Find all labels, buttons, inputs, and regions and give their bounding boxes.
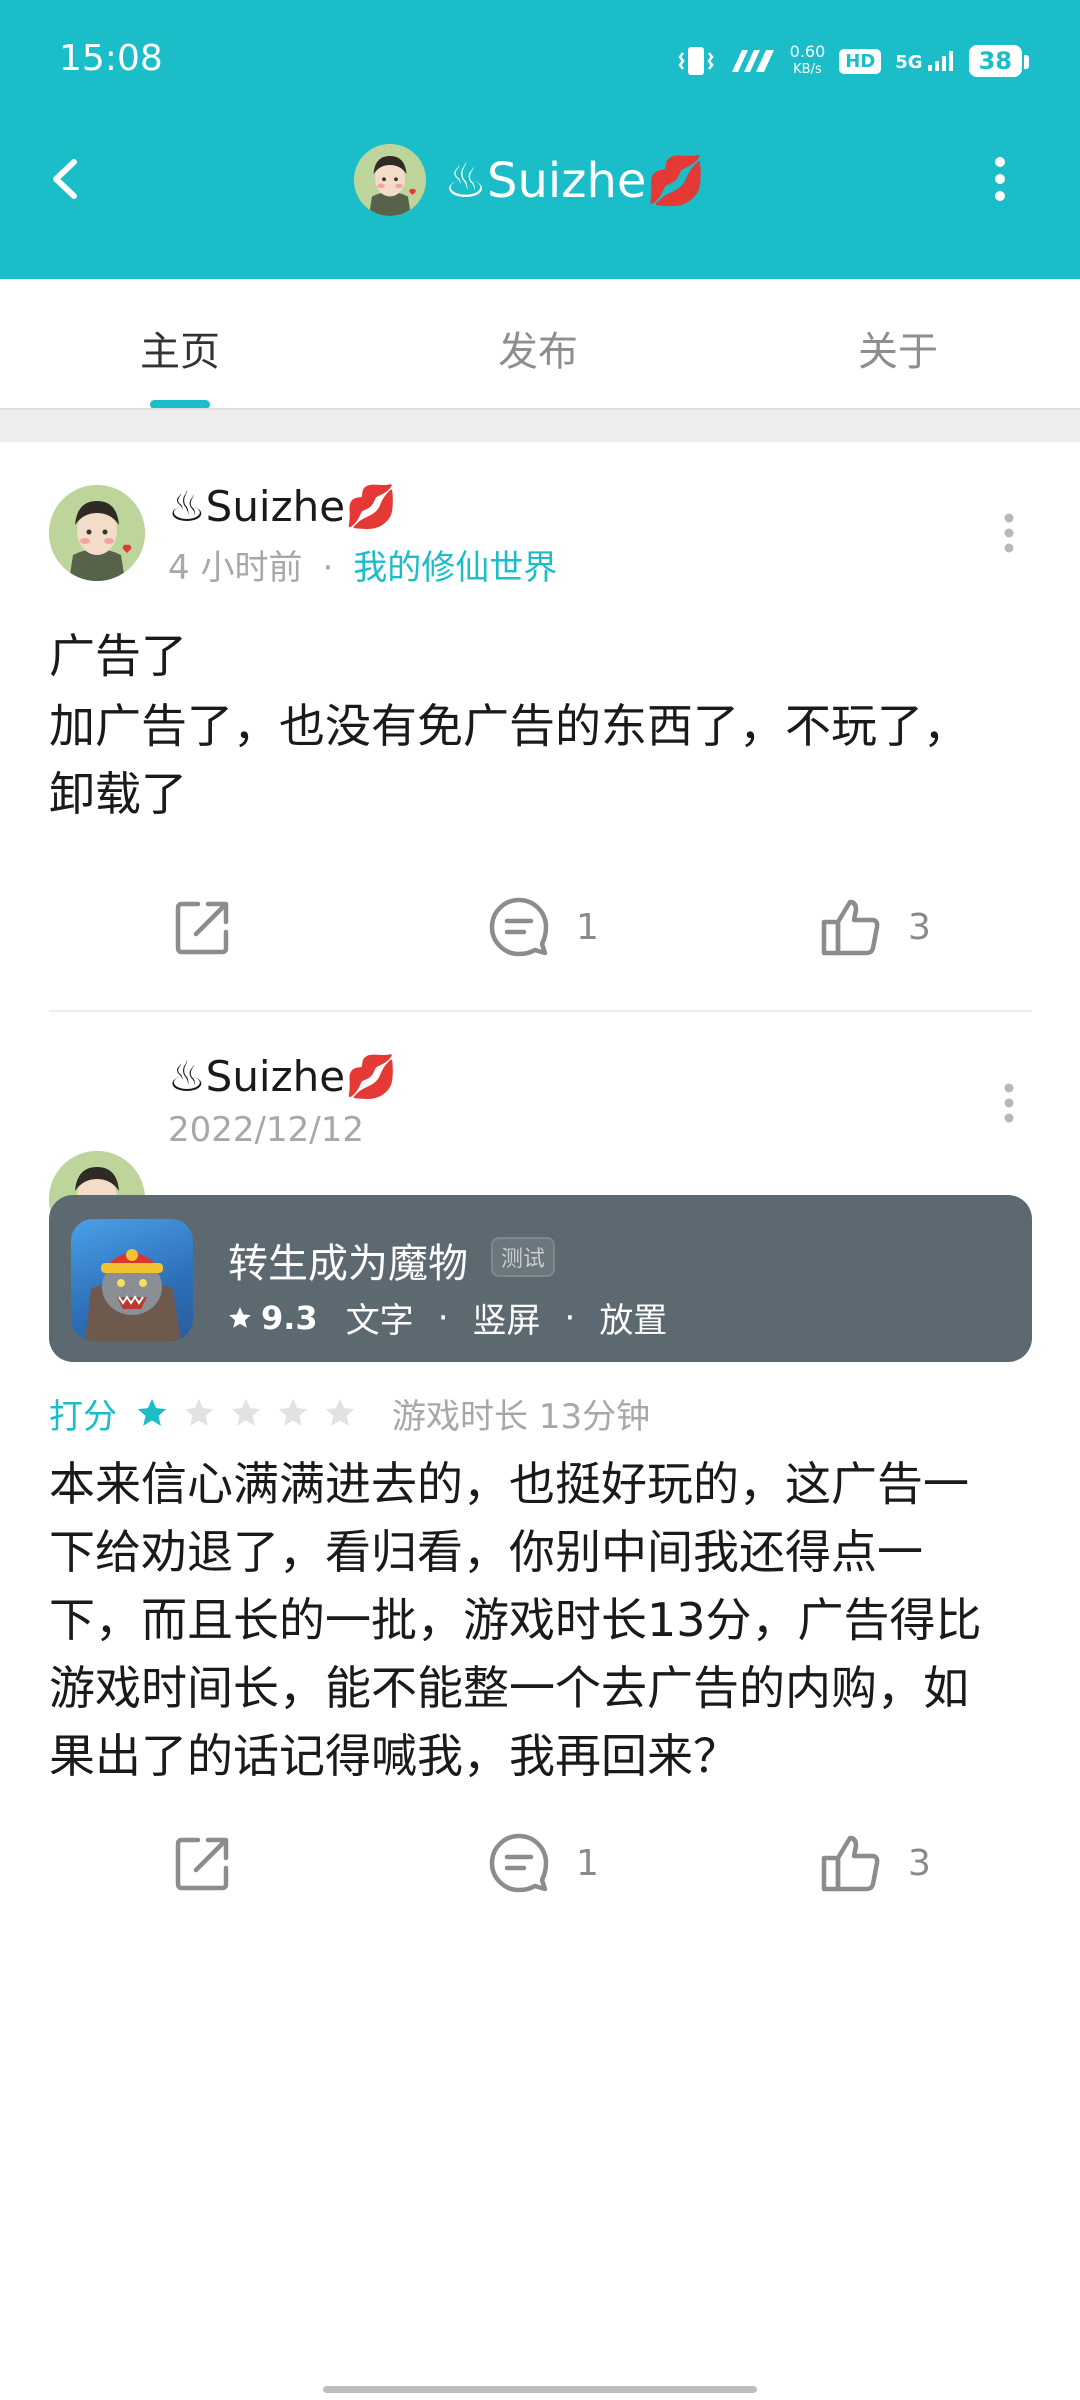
playtime: 游戏时长 13分钟 (392, 1396, 651, 1437)
vibrate-icon (678, 47, 714, 75)
post-body-line: 下给劝退了，看归看，你别中间我还得点一 (49, 1525, 923, 1579)
profile-name: ♨Suizhe💋 (444, 152, 707, 209)
rating-stars (135, 1396, 370, 1430)
cellular-bars-icon (927, 51, 953, 71)
comment-count: 1 (576, 906, 599, 948)
star-empty-icon (231, 1398, 261, 1426)
profile-header: ♨Suizhe💋 (354, 144, 706, 216)
star-empty-icon (278, 1398, 308, 1426)
avatar-image (49, 485, 145, 581)
tag-separator: · (564, 1297, 576, 1338)
share-icon (175, 901, 229, 955)
cellular-signal: 5G (895, 50, 954, 72)
post-title: 广告了 (49, 629, 187, 683)
star-empty-icon (184, 1398, 214, 1426)
back-button[interactable] (40, 144, 94, 214)
post-author-avatar[interactable] (49, 485, 145, 581)
network-speed-unit: KB/s (793, 62, 822, 77)
top-bar: 15:08 0.60 KB/s HD 5G 38 ♨Suizhe💋 (0, 0, 1080, 279)
hd-badge: HD (839, 48, 882, 74)
network-type: 5G (895, 52, 923, 73)
status-icons: 0.60 KB/s HD 5G 38 (676, 36, 1030, 86)
game-card[interactable]: 转生成为魔物 测试 9.3 文字 · 竖屏 · 放置 (49, 1195, 1032, 1362)
comment-icon (489, 1833, 549, 1893)
post-more-button[interactable] (994, 1074, 1024, 1134)
rating-label: 打分 (49, 1396, 117, 1437)
battery-indicator: 38 (968, 45, 1030, 77)
comment-button[interactable]: 1 (488, 896, 599, 958)
comment-button[interactable]: 1 (488, 1832, 599, 1894)
post-body: 加广告了，也没有免广告的东西了，不玩了， 卸载了 (49, 692, 1032, 828)
tab-home[interactable]: 主页 (140, 319, 220, 377)
game-icon (71, 1219, 193, 1341)
post-date: 2022/12/12 (168, 1110, 364, 1150)
network-speed: 0.60 KB/s (790, 43, 826, 79)
game-tag: 放置 (599, 1301, 668, 1341)
post-author-name[interactable]: ♨Suizhe💋 (168, 482, 397, 532)
thumbs-up-icon (821, 899, 880, 956)
game-tag: 竖屏 (472, 1301, 541, 1341)
avatar[interactable] (354, 144, 426, 216)
game-tag: 文字 (345, 1301, 414, 1341)
post-body-line: 加广告了，也没有免广告的东西了，不玩了， (49, 699, 969, 753)
tab-bar: 主页 发布 关于 (0, 279, 1080, 408)
like-count: 3 (908, 906, 931, 948)
tag-separator: · (437, 1297, 449, 1338)
post-more-button[interactable] (994, 504, 1024, 564)
post-body-line: 下，而且长的一批，游戏时长13分，广告得比 (49, 1593, 982, 1647)
more-vertical-icon (1004, 513, 1014, 553)
section-divider (0, 408, 1080, 442)
status-bar: 15:08 0.60 KB/s HD 5G 38 (0, 0, 1080, 124)
thumbs-up-icon (821, 1835, 880, 1892)
avatar-image (354, 144, 426, 216)
post-author-name[interactable]: ♨Suizhe💋 (168, 1052, 397, 1102)
game-meta: 9.3 文字 · 竖屏 · 放置 (227, 1293, 667, 1342)
more-options-button[interactable] (972, 144, 1032, 214)
post-time: 4 小时前 (168, 548, 303, 588)
back-arrow-icon (53, 159, 77, 199)
beta-badge: 测试 (491, 1237, 556, 1277)
game-score: 9.3 (261, 1298, 318, 1337)
share-button[interactable] (172, 896, 234, 958)
comment-count: 1 (576, 1842, 599, 1884)
meta-separator: · (322, 548, 334, 588)
rating-row: 打分 游戏时长 13分钟 (49, 1388, 650, 1438)
star-empty-icon (325, 1398, 355, 1426)
home-indicator (323, 2386, 757, 2393)
more-vertical-icon (995, 157, 1005, 201)
post-body-line: 卸载了 (49, 767, 187, 821)
like-count: 3 (908, 1842, 931, 1884)
more-vertical-icon (1004, 1083, 1014, 1123)
status-time: 15:08 (59, 38, 163, 79)
network-speed-value: 0.60 (789, 42, 826, 61)
share-icon (175, 1837, 229, 1891)
game-name: 转生成为魔物 (228, 1241, 468, 1287)
star-icon (229, 1306, 251, 1328)
game-icon-art (85, 1249, 181, 1341)
tab-about[interactable]: 关于 (858, 319, 938, 377)
post-body-line: 果出了的话记得喊我，我再回来？ (49, 1729, 739, 1783)
post-meta: 4 小时前 · 我的修仙世界 (168, 540, 557, 589)
signal-icon (731, 50, 774, 72)
tab-publish[interactable]: 发布 (498, 319, 578, 377)
like-button[interactable]: 3 (820, 896, 931, 958)
post-separator (49, 1010, 1032, 1012)
post-body-line: 本来信心满满进去的，也挺好玩的，这广告一 (49, 1457, 969, 1511)
like-button[interactable]: 3 (820, 1832, 931, 1894)
post-body-line: 游戏时间长，能不能整一个去广告的内购，如 (49, 1661, 969, 1715)
comment-icon (489, 897, 549, 957)
share-button[interactable] (172, 1832, 234, 1894)
star-filled-icon (137, 1398, 167, 1426)
post-body: 本来信心满满进去的，也挺好玩的，这广告一 下给劝退了，看归看，你别中间我还得点一… (49, 1450, 1032, 1790)
post-game-tag[interactable]: 我的修仙世界 (353, 548, 557, 588)
